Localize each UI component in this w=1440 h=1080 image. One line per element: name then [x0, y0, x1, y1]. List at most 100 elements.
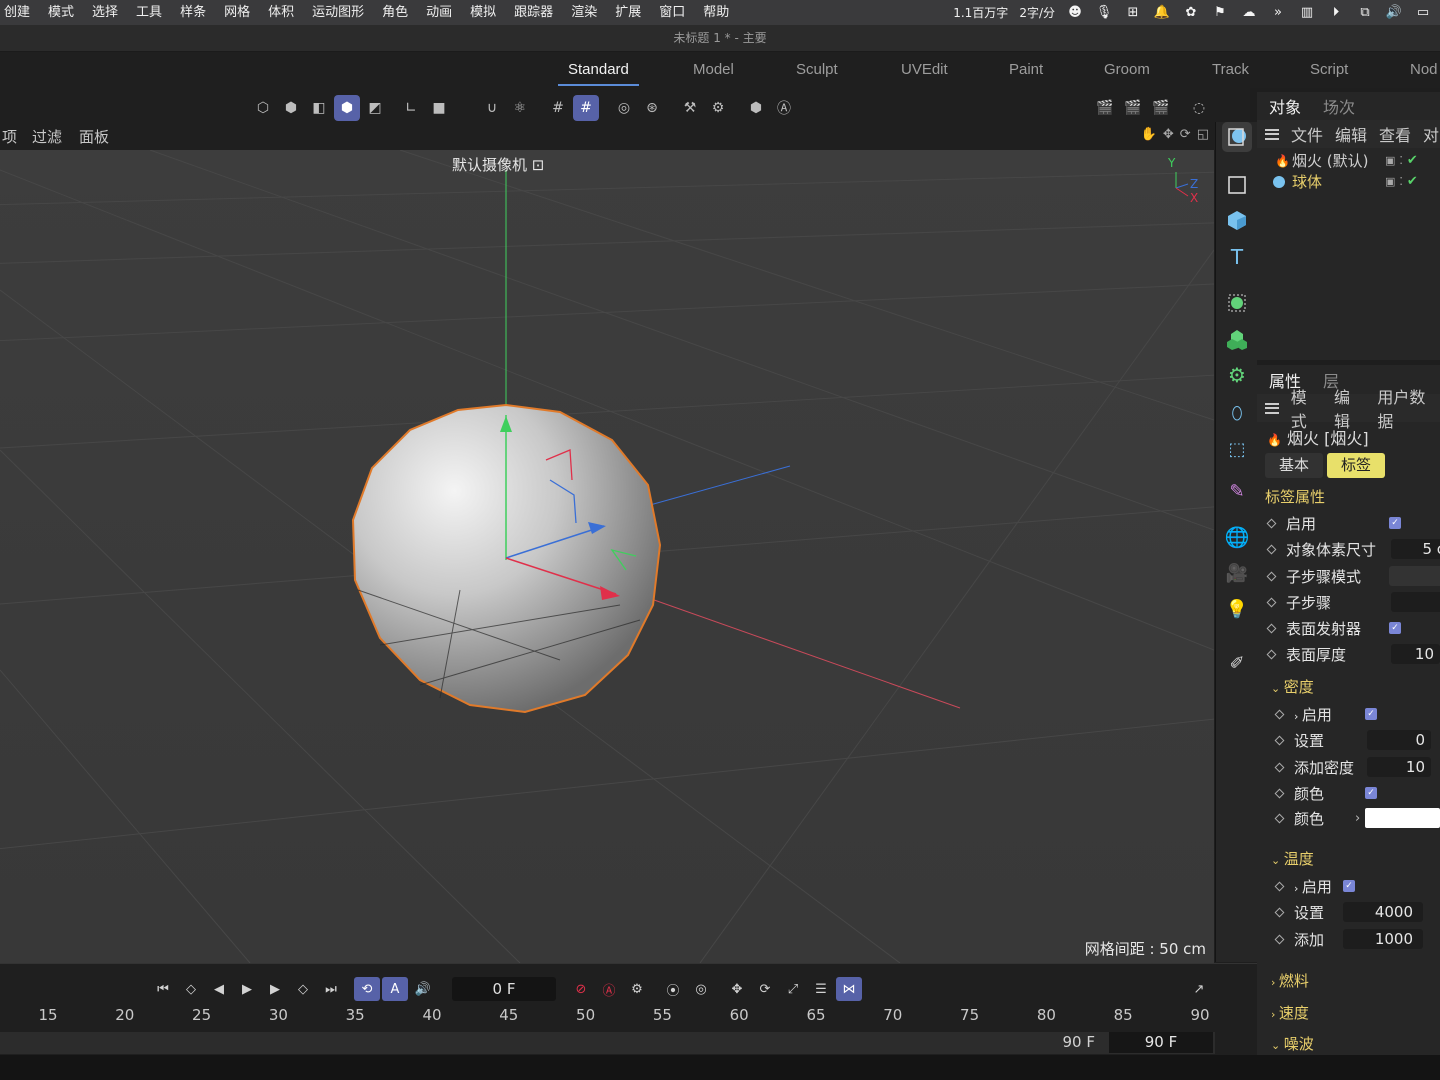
temperature-add-field[interactable]: 1000: [1343, 929, 1423, 949]
null-object-icon[interactable]: [1222, 170, 1252, 200]
keyframe-diamond-icon[interactable]: [1274, 934, 1285, 944]
timeline-ruler[interactable]: 15 20 25 30 35 40 45 50 55 60 65 70 75 80 85 90: [0, 1004, 1215, 1032]
autokey-icon[interactable]: Ⓐ: [596, 977, 622, 1001]
keyframe-diamond-icon[interactable]: [1274, 881, 1285, 891]
window-manager-icon[interactable]: ▥: [1298, 5, 1316, 21]
tab-model[interactable]: Model: [693, 52, 734, 88]
attr-surface-emitter[interactable]: 表面发射器 ✓: [1257, 616, 1440, 640]
objects-menu-view[interactable]: 查看: [1379, 122, 1411, 146]
keyframe-diamond-icon[interactable]: [1266, 544, 1277, 554]
tab-nodes[interactable]: Nod: [1410, 52, 1438, 88]
keyframe-diamond-icon[interactable]: [1266, 597, 1277, 607]
color-swatch[interactable]: [1365, 808, 1440, 828]
tab-uvedit[interactable]: UVEdit: [901, 52, 948, 88]
subtab-tag[interactable]: 标签: [1327, 453, 1385, 478]
volume-icon[interactable]: 🔊: [1385, 5, 1403, 21]
record-icon[interactable]: ⊘: [568, 977, 594, 1001]
go-to-start-icon[interactable]: ⏮: [150, 977, 176, 1001]
tab-track[interactable]: Track: [1212, 52, 1249, 88]
key-param-icon[interactable]: ☰: [808, 977, 834, 1001]
render-picture-viewer-icon[interactable]: 🎬: [1120, 95, 1146, 121]
go-to-end-icon[interactable]: ⏭: [318, 977, 344, 1001]
interactive-render-icon[interactable]: ◌: [1186, 95, 1212, 121]
workplane-snap-icon[interactable]: #: [573, 95, 599, 121]
section-temperature[interactable]: ⌄ 温度: [1271, 848, 1440, 870]
input-method-icon[interactable]: ⊞: [1124, 5, 1142, 21]
word-count-status[interactable]: 1.1百万字: [953, 4, 1008, 21]
motion-record-icon[interactable]: ⦿: [660, 977, 686, 1001]
hamburger-menu-icon[interactable]: [1265, 128, 1279, 140]
tab-takes[interactable]: 场次: [1323, 94, 1355, 118]
attr-density-add[interactable]: 添加密度 10: [1257, 755, 1440, 779]
uv-mode-icon[interactable]: ◩: [362, 95, 388, 121]
axis-mode-icon[interactable]: ∟: [398, 95, 424, 121]
section-noise[interactable]: ⌄ 噪波: [1271, 1033, 1440, 1055]
menu-tracker[interactable]: 跟踪器: [505, 0, 562, 25]
tab-objects[interactable]: 对象: [1269, 94, 1301, 118]
menu-animate[interactable]: 动画: [417, 0, 461, 25]
keyframe-diamond-icon[interactable]: [1274, 788, 1285, 798]
screen-share-icon[interactable]: ⧉: [1356, 5, 1374, 21]
bell-icon[interactable]: 🔔: [1153, 5, 1171, 21]
environment-globe-icon[interactable]: 🌐: [1222, 522, 1252, 552]
hamburger-menu-icon[interactable]: [1265, 402, 1279, 414]
cloud-icon[interactable]: ☁: [1240, 5, 1258, 21]
previous-frame-icon[interactable]: ◀: [206, 977, 232, 1001]
animate-key-icon[interactable]: Ⓐ: [771, 95, 797, 121]
tab-sculpt[interactable]: Sculpt: [796, 52, 838, 88]
menu-window[interactable]: 窗口: [650, 0, 694, 25]
menu-extensions[interactable]: 扩展: [606, 0, 650, 25]
subtab-basic[interactable]: 基本: [1265, 453, 1323, 478]
attr-density-set[interactable]: 设置 0: [1257, 728, 1440, 752]
keyframe-diamond-icon[interactable]: [1274, 907, 1285, 917]
move-view-icon[interactable]: ✥: [1163, 127, 1174, 142]
attributes-menu-userdata[interactable]: 用户数据: [1377, 384, 1440, 432]
menu-mograph[interactable]: 运动图形: [303, 0, 373, 25]
snap-magnet-icon[interactable]: ∪: [479, 95, 505, 121]
next-key-icon[interactable]: ◇: [290, 977, 316, 1001]
keyframe-diamond-icon[interactable]: [1274, 709, 1285, 719]
key-pla-icon[interactable]: ⋈: [836, 977, 862, 1001]
previous-key-icon[interactable]: ◇: [178, 977, 204, 1001]
selection-tool-icon[interactable]: [1222, 122, 1252, 152]
attr-substeps[interactable]: 子步骤: [1257, 590, 1440, 614]
section-fuel[interactable]: › 燃料: [1271, 970, 1440, 992]
attr-enabled[interactable]: 启用 ✓: [1257, 511, 1440, 535]
brush-icon[interactable]: ⚒: [677, 95, 703, 121]
menu-tools[interactable]: 工具: [127, 0, 171, 25]
keyframe-diamond-icon[interactable]: [1266, 518, 1277, 528]
key-scale-icon[interactable]: ⤢: [780, 977, 806, 1001]
temperature-set-field[interactable]: 4000: [1343, 902, 1423, 922]
key-position-icon[interactable]: ✥: [724, 977, 750, 1001]
settings-gear-icon[interactable]: ⚙: [705, 95, 731, 121]
attr-temperature-enabled[interactable]: › 启用 ✓: [1257, 874, 1440, 898]
chevron-right-icon[interactable]: ›: [1355, 811, 1360, 826]
attr-density-color[interactable]: 颜色 ›: [1257, 806, 1440, 830]
battery-icon[interactable]: ▭: [1414, 5, 1432, 21]
section-velocity[interactable]: › 速度: [1271, 1002, 1440, 1024]
loop-icon[interactable]: ⟲: [354, 977, 380, 1001]
keyframe-settings-icon[interactable]: ⚙: [624, 977, 650, 1001]
chatgpt-icon[interactable]: ✿: [1182, 5, 1200, 21]
object-row-pyro[interactable]: 🔥 烟火 (默认) ▣ ⁚ ✔: [1257, 150, 1440, 171]
menu-volume[interactable]: 体积: [259, 0, 303, 25]
attr-temperature-set[interactable]: 设置 4000: [1257, 900, 1440, 924]
attr-density-enabled[interactable]: › 启用 ✓: [1257, 702, 1440, 726]
viewport-menu-panel[interactable]: 面板: [79, 126, 109, 147]
checkbox[interactable]: ✓: [1365, 787, 1377, 799]
rotate-view-icon[interactable]: ⟳: [1180, 127, 1191, 142]
edit-brush-icon[interactable]: ✐: [1222, 648, 1252, 678]
keyframe-diamond-icon[interactable]: [1274, 762, 1285, 772]
voxel-size-field[interactable]: 5 c: [1391, 539, 1440, 559]
viewport-menu-options[interactable]: 项: [2, 126, 17, 147]
tab-paint[interactable]: Paint: [1009, 52, 1043, 88]
checkbox[interactable]: ✓: [1365, 708, 1377, 720]
viewport-menu-filter[interactable]: 过滤: [32, 126, 62, 147]
density-set-field[interactable]: 0: [1367, 730, 1431, 750]
text-tool-icon[interactable]: T: [1222, 242, 1252, 272]
playback-rate-icon[interactable]: A: [382, 977, 408, 1001]
render-view-icon[interactable]: 🎬: [1092, 95, 1118, 121]
3d-viewport[interactable]: Y Z X 默认摄像机 ⊡ 网格间距 : 50 cm: [0, 150, 1214, 963]
section-density[interactable]: ⌄ 密度: [1271, 676, 1440, 698]
checkbox[interactable]: ✓: [1389, 517, 1401, 529]
